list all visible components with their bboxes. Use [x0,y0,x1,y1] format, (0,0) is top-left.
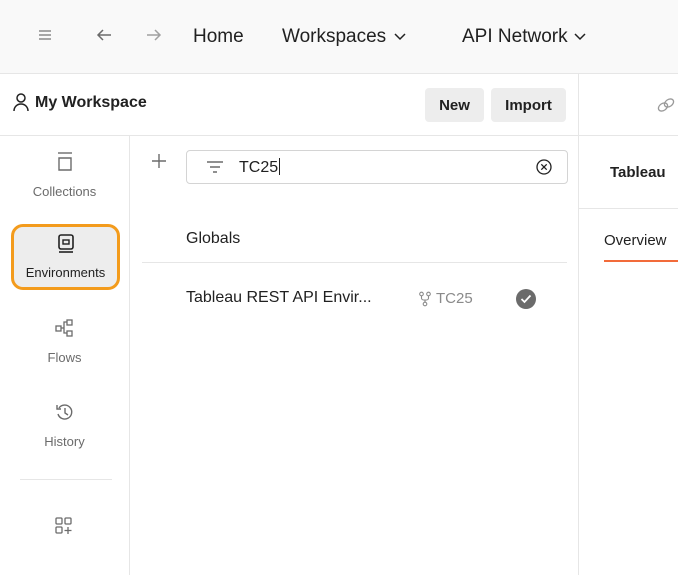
back-arrow-icon[interactable] [94,26,114,44]
sidebar-item-environments[interactable]: Environments [11,224,120,290]
environments-icon [55,231,77,255]
sidebar-item-label: Flows [47,350,82,365]
forward-arrow-icon[interactable] [144,26,164,44]
import-button[interactable]: Import [491,88,566,122]
detail-divider [579,208,678,209]
search-input[interactable]: TC25 [186,150,568,184]
new-button[interactable]: New [425,88,484,122]
environment-list-item[interactable]: Tableau REST API Envir... TC25 [142,275,567,325]
sidebar-rail: Collections Environments Flows History [0,136,130,575]
nav-api-network-label: API Network [462,26,568,47]
sidebar-item-label: Environments [25,265,106,280]
active-tab-underline [604,260,678,262]
environment-detail-title: Tableau [610,164,666,181]
history-icon [54,400,76,424]
nav-workspaces-label: Workspaces [282,26,387,47]
environments-panel: TC25 Globals Tableau REST API Envir... T… [130,136,579,575]
clear-search-icon[interactable] [535,158,553,176]
workspace-header: My Workspace New Import [0,74,579,136]
chevron-down-icon [394,33,406,41]
right-header-area [579,74,678,136]
sidebar-item-label: History [44,434,85,449]
fork-label: TC25 [436,290,473,307]
sidebar-item-history[interactable]: History [8,394,121,460]
collections-icon [54,150,76,174]
add-environment-icon[interactable] [150,152,168,170]
link-icon[interactable] [655,95,677,115]
sidebar-item-label: Collections [32,184,97,199]
chevron-down-icon [574,33,586,41]
environment-name: Tableau REST API Envir... [186,289,372,306]
nav-home-link[interactable]: Home [193,22,244,52]
flows-icon [54,316,76,340]
environment-detail-panel: Tableau Overview [579,136,678,575]
nav-workspaces-menu[interactable]: Workspaces [282,22,406,52]
sidebar-divider [20,479,112,480]
add-apps-icon[interactable] [54,516,74,536]
nav-api-network-menu[interactable]: API Network [462,22,586,52]
sidebar-item-flows[interactable]: Flows [8,310,121,376]
globals-item[interactable]: Globals [142,216,567,266]
fork-icon [418,291,432,307]
sidebar-item-collections[interactable]: Collections [8,144,121,210]
top-navigation-bar: Home Workspaces API Network [0,0,678,74]
globals-label: Globals [186,230,241,247]
workspace-title: My Workspace [35,94,147,111]
tab-overview[interactable]: Overview [604,232,667,249]
user-icon [12,92,30,112]
fork-badge: TC25 [418,290,473,307]
search-input-value[interactable]: TC25 [239,158,281,177]
active-environment-check-icon[interactable] [516,289,536,309]
list-divider [142,262,567,263]
menu-icon[interactable] [36,26,54,44]
filter-icon [205,159,225,175]
